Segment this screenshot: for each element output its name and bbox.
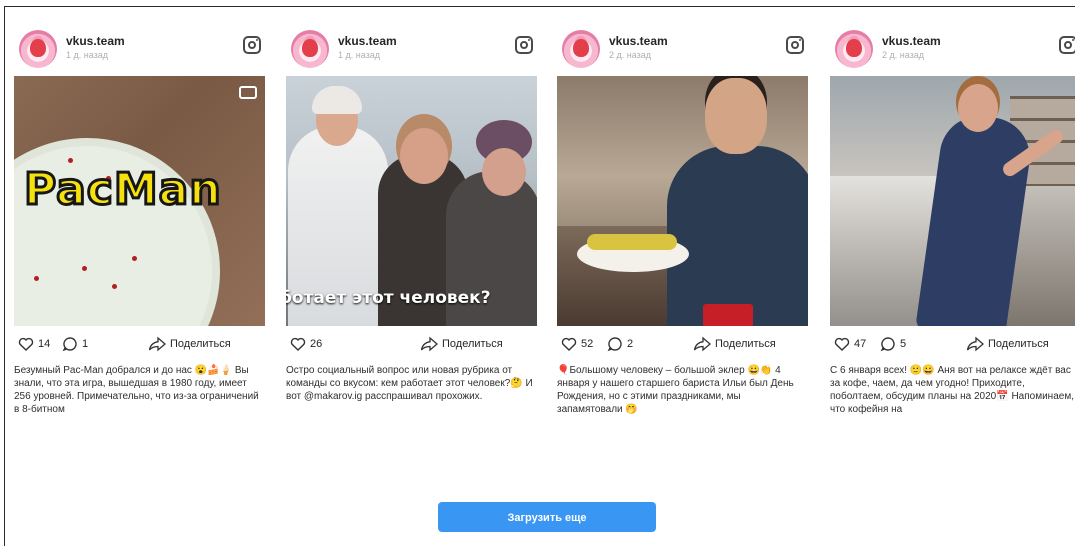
share-icon	[966, 336, 984, 352]
post-date: 1 д. назад	[66, 50, 109, 60]
post-card-4[interactable]: vkus.team 2 д. назад 47 5 Поделиться С 6…	[830, 24, 1075, 464]
post-header: vkus.team 1 д. назад	[286, 24, 537, 76]
post-card-1[interactable]: vkus.team 1 д. назад PacMan 14 1 Поделит…	[14, 24, 265, 464]
like-button[interactable]: 26	[290, 336, 322, 352]
likes-count: 26	[310, 338, 323, 350]
comment-icon	[880, 337, 895, 352]
video-icon	[239, 86, 257, 99]
heart-icon	[561, 337, 577, 351]
berry-dot	[132, 256, 137, 261]
share-label: Поделиться	[170, 338, 231, 350]
eclair-shape	[587, 234, 677, 250]
share-icon	[148, 336, 166, 352]
share-button[interactable]: Поделиться	[420, 336, 503, 352]
username[interactable]: vkus.team	[66, 34, 125, 48]
comments-count: 1	[82, 338, 89, 350]
post-caption: 🎈Большому человеку – большой эклер 😀👏 4 …	[557, 365, 794, 415]
heart-icon	[834, 337, 850, 351]
berry-dot	[82, 266, 87, 271]
instagram-icon[interactable]	[515, 36, 533, 54]
berry-dot	[68, 158, 73, 163]
post-header: vkus.team 2 д. назад	[557, 24, 808, 76]
comments-count: 5	[900, 338, 907, 350]
share-label: Поделиться	[988, 338, 1049, 350]
post-image[interactable]	[830, 76, 1075, 326]
like-button[interactable]: 47	[834, 336, 866, 352]
woman-figure	[915, 110, 1035, 326]
post-caption: Безумный Pac-Man добрался и до нас 😮🍰🍦 В…	[14, 365, 259, 415]
woman-head	[482, 148, 526, 196]
share-label: Поделиться	[442, 338, 503, 350]
username[interactable]: vkus.team	[882, 34, 941, 48]
post-header: vkus.team 1 д. назад	[14, 24, 265, 76]
post-image[interactable]: PacMan	[14, 76, 265, 326]
barista-face	[705, 78, 767, 154]
likes-count: 14	[38, 338, 51, 350]
comment-icon	[607, 337, 622, 352]
berry-dot	[112, 284, 117, 289]
heart-icon	[290, 337, 306, 351]
heart-icon	[18, 337, 34, 351]
comments-count: 2	[627, 338, 634, 350]
avatar[interactable]	[562, 30, 600, 68]
video-overlay-text: ботает этот человек?	[286, 288, 491, 308]
post-date: 1 д. назад	[338, 50, 381, 60]
avatar[interactable]	[291, 30, 329, 68]
like-button[interactable]: 52	[561, 336, 593, 352]
share-button[interactable]: Поделиться	[693, 336, 776, 352]
post-header: vkus.team 2 д. назад	[830, 24, 1075, 76]
woman-head	[958, 84, 998, 132]
instagram-icon[interactable]	[1059, 36, 1075, 54]
berry-dot	[34, 276, 39, 281]
post-image[interactable]: ботает этот человек?	[286, 76, 537, 326]
likes-count: 47	[854, 338, 867, 350]
share-label: Поделиться	[715, 338, 776, 350]
pacman-title: PacMan	[23, 163, 223, 217]
woman-head	[400, 128, 448, 184]
post-caption: Остро социальный вопрос или новая рубрик…	[286, 365, 533, 402]
username[interactable]: vkus.team	[609, 34, 668, 48]
instagram-icon[interactable]	[786, 36, 804, 54]
red-box-shape	[703, 304, 753, 326]
post-actions: 26 Поделиться	[286, 330, 537, 358]
comment-button[interactable]: 1	[62, 336, 88, 352]
share-button[interactable]: Поделиться	[148, 336, 231, 352]
share-icon	[420, 336, 438, 352]
barista-figure	[667, 146, 808, 326]
comment-button[interactable]: 2	[607, 336, 633, 352]
post-card-3[interactable]: vkus.team 2 д. назад 52 2 Поделиться 🎈Бо…	[557, 24, 808, 464]
post-image[interactable]	[557, 76, 808, 326]
username[interactable]: vkus.team	[338, 34, 397, 48]
man-hat	[312, 86, 362, 114]
load-more-button[interactable]: Загрузить еще	[438, 502, 656, 532]
post-caption: С 6 января всех! 🙂😀 Аня вот на релаксе ж…	[830, 365, 1074, 415]
like-button[interactable]: 14	[18, 336, 50, 352]
post-actions: 14 1 Поделиться	[14, 330, 265, 358]
avatar[interactable]	[19, 30, 57, 68]
post-card-2[interactable]: vkus.team 1 д. назад ботает этот человек…	[286, 24, 537, 464]
avatar[interactable]	[835, 30, 873, 68]
comment-button[interactable]: 5	[880, 336, 906, 352]
likes-count: 52	[581, 338, 594, 350]
post-actions: 52 2 Поделиться	[557, 330, 808, 358]
share-button[interactable]: Поделиться	[966, 336, 1049, 352]
instagram-icon[interactable]	[243, 36, 261, 54]
post-actions: 47 5 Поделиться	[830, 330, 1075, 358]
comment-icon	[62, 337, 77, 352]
post-date: 2 д. назад	[882, 50, 925, 60]
post-date: 2 д. назад	[609, 50, 652, 60]
share-icon	[693, 336, 711, 352]
